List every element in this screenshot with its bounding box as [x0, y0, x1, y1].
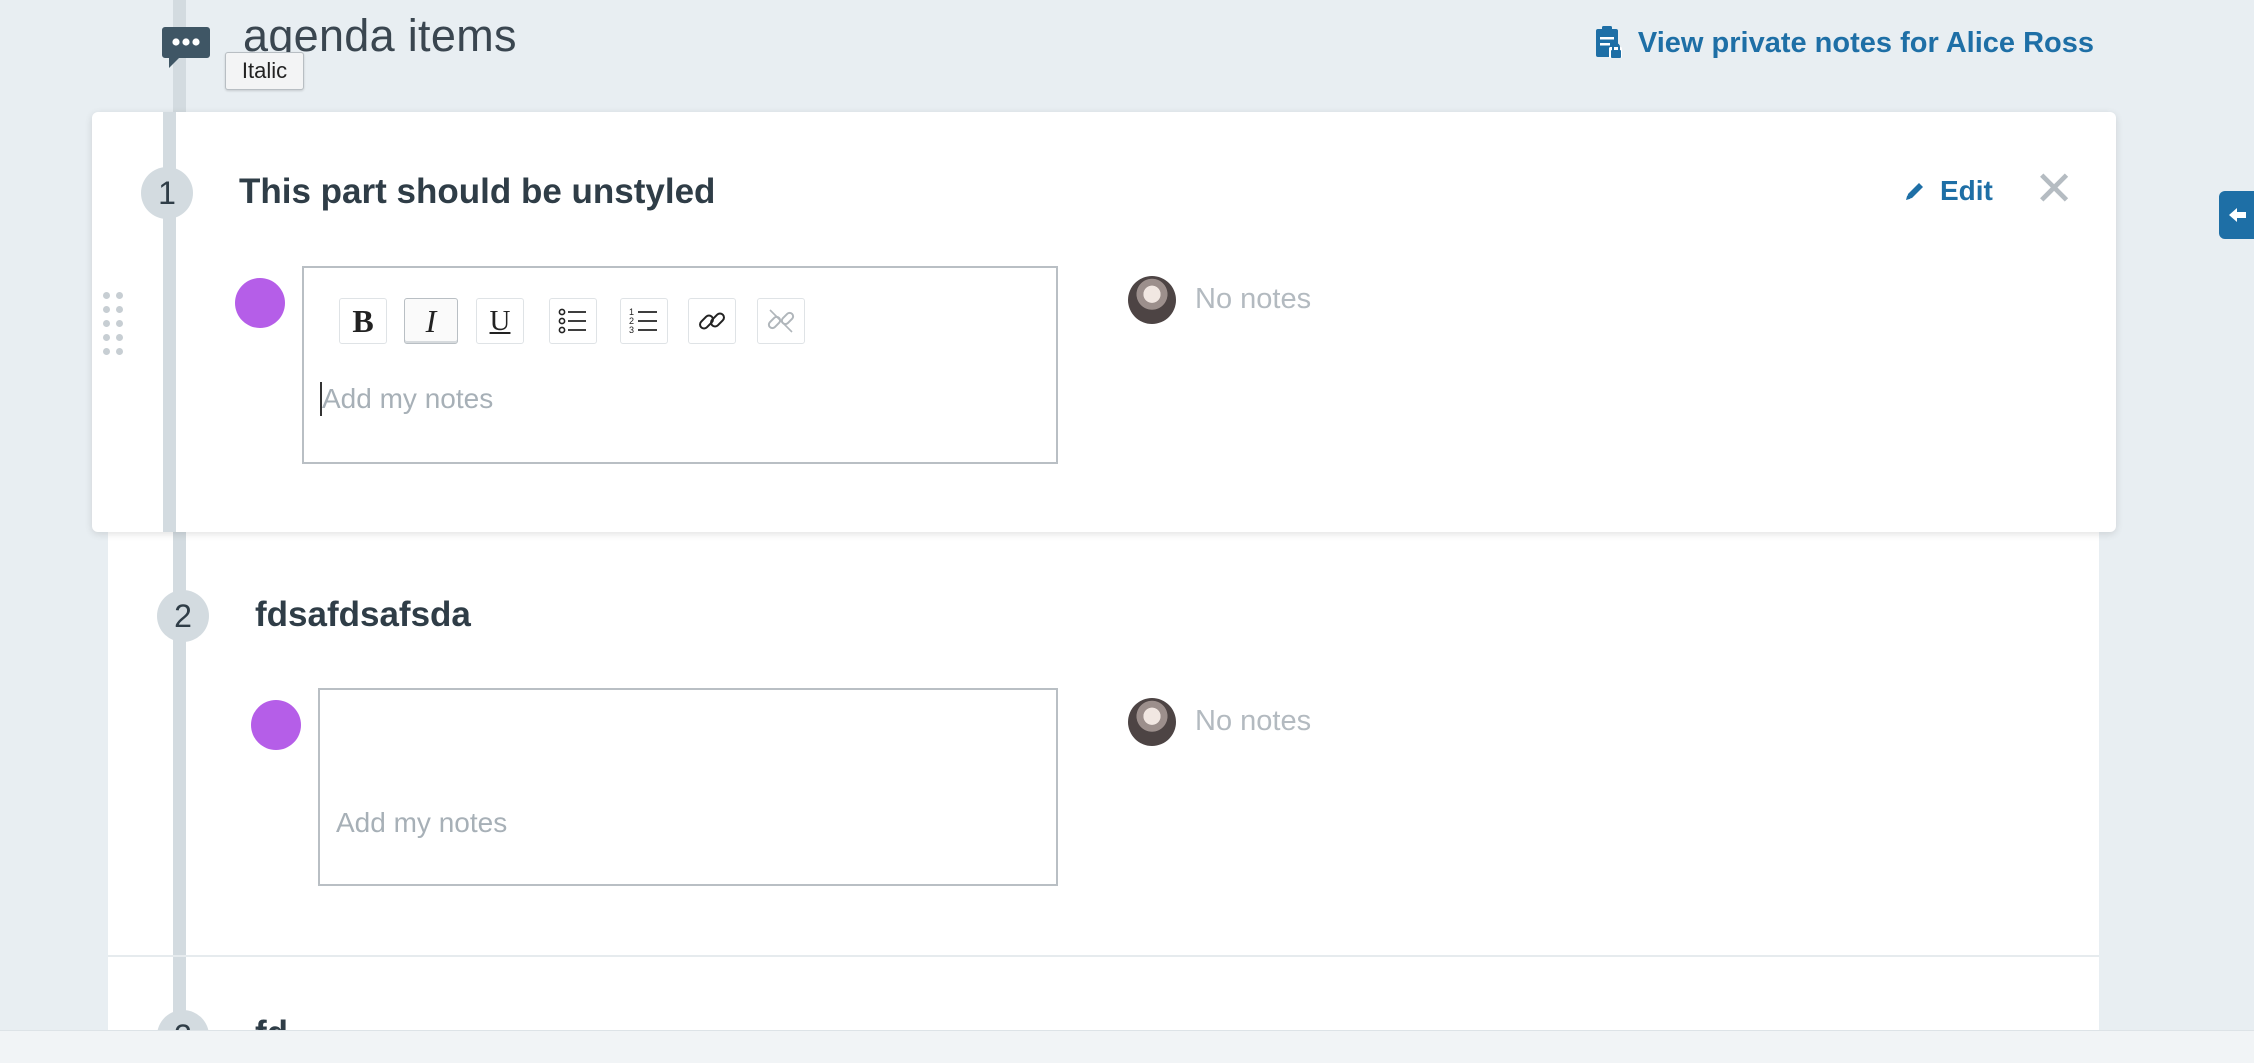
link-button[interactable] [688, 298, 736, 344]
my-avatar [235, 278, 285, 328]
my-notes-placeholder: Add my notes [336, 807, 508, 838]
view-private-notes-link[interactable]: View private notes for Alice Ross [1594, 25, 2094, 61]
chat-bubble-icon [161, 25, 211, 70]
item-title: fdsafdsafsda [255, 595, 471, 634]
underline-button[interactable]: U [476, 298, 524, 344]
my-avatar [251, 700, 301, 750]
my-notes-placeholder: Add my notes [322, 383, 494, 414]
item-number-badge: 2 [157, 590, 209, 642]
other-notes-status: No notes [1195, 705, 1312, 737]
numbered-list-button[interactable]: 1 2 3 [620, 298, 668, 344]
bold-button[interactable]: B [339, 298, 387, 344]
link-icon [699, 312, 725, 330]
edit-item-button[interactable]: Edit [1904, 175, 1993, 207]
alice-ross-avatar [1128, 698, 1176, 746]
numbered-list-icon: 1 2 3 [629, 307, 657, 335]
item-number-badge: 1 [141, 167, 193, 219]
bottom-bar [0, 1030, 2254, 1063]
svg-text:3: 3 [629, 325, 634, 335]
item-divider [108, 955, 2099, 957]
private-notes-icon [1595, 26, 1622, 58]
private-notes-label: View private notes for Alice Ross [1637, 26, 2094, 59]
unlink-button[interactable] [757, 298, 805, 344]
arrow-left-icon [2229, 208, 2246, 222]
drag-handle-icon[interactable] [101, 290, 127, 356]
close-icon[interactable]: ✕ [2034, 166, 2074, 214]
unlink-icon [767, 309, 795, 333]
italic-button[interactable]: I [404, 298, 458, 344]
my-notes-editor[interactable]: Add my notes [318, 688, 1058, 886]
bulleted-list-button[interactable] [549, 298, 597, 344]
italic-tooltip: Italic [225, 52, 304, 90]
bulleted-list-icon [558, 308, 586, 334]
alice-ross-avatar [1128, 276, 1176, 324]
item-title: This part should be unstyled [239, 172, 716, 211]
other-notes-status: No notes [1195, 283, 1312, 315]
pencil-icon [1906, 183, 1923, 200]
edit-label: Edit [1940, 175, 1993, 206]
my-notes-editor[interactable]: B I U 1 2 3 Add my notes [302, 266, 1058, 464]
side-panel-toggle[interactable] [2219, 191, 2254, 239]
